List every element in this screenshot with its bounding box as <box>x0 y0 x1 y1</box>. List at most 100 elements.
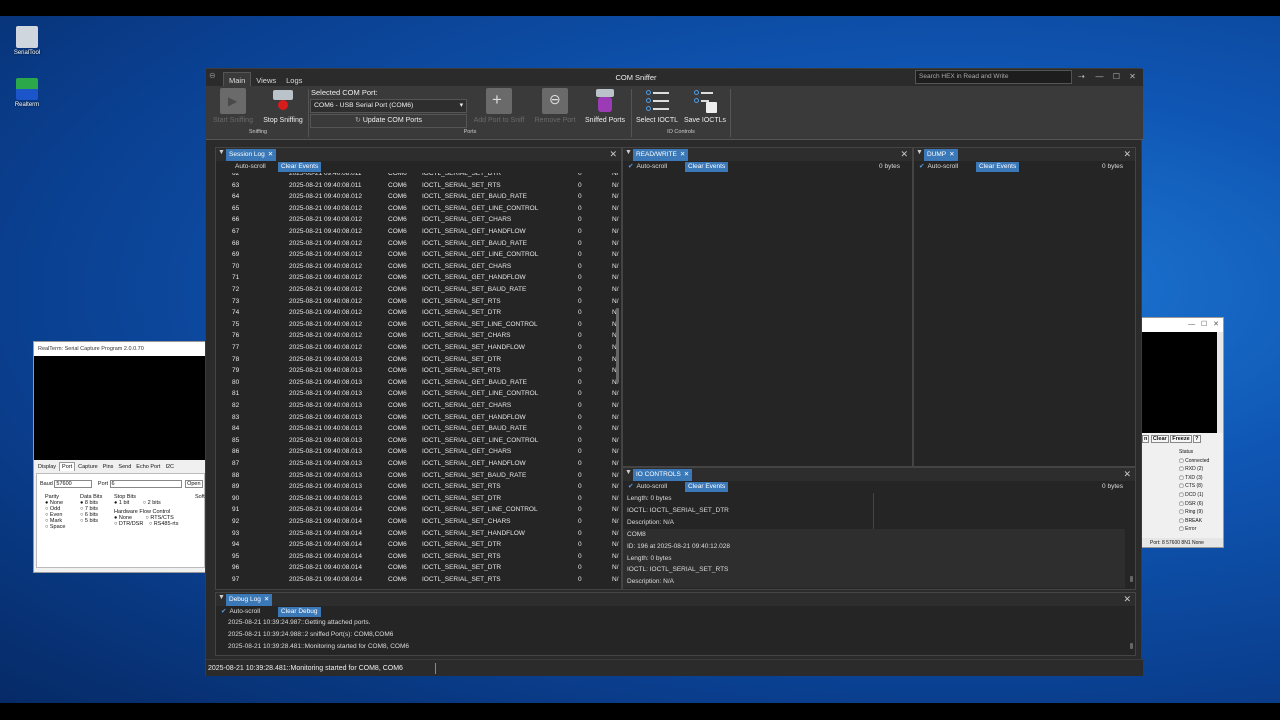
table-row[interactable]: 95 2025-08-21 09:40:08.014 COM6 IOCTL_SERIA… <box>216 551 619 563</box>
tab-display[interactable]: Display <box>36 463 58 471</box>
close-panel-icon[interactable]: ✕ <box>609 148 617 160</box>
table-row[interactable]: 79 2025-08-21 09:40:08.013 COM6 IOCTL_SERIA… <box>216 365 619 377</box>
table-row[interactable]: 62 2025-08-21 09:40:08.011 COM6 IOCTL_SERIA… <box>216 173 619 180</box>
clear-events-button[interactable]: Clear Events <box>278 162 322 172</box>
parity-option[interactable]: ○ Space <box>45 524 65 530</box>
close-tab-icon[interactable]: ✕ <box>680 151 685 158</box>
read-write-tab[interactable]: READ/WRITE ✕ <box>633 149 689 161</box>
stopbits-option[interactable]: ○ 2 bits <box>143 500 161 506</box>
table-row[interactable]: 76 2025-08-21 09:40:08.012 COM6 IOCTL_SERIA… <box>216 330 619 342</box>
dropdown-icon[interactable]: ▼ <box>625 469 632 476</box>
autoscroll-checkbox[interactable]: ✔ Auto-scroll <box>628 161 667 173</box>
table-row[interactable]: 68 2025-08-21 09:40:08.012 COM6 IOCTL_SERIA… <box>216 238 619 250</box>
table-row[interactable]: 92 2025-08-21 09:40:08.014 COM6 IOCTL_SERIA… <box>216 516 619 528</box>
table-row[interactable]: 97 2025-08-21 09:40:08.014 COM6 IOCTL_SERIA… <box>216 574 619 586</box>
table-row[interactable]: 74 2025-08-21 09:40:08.012 COM6 IOCTL_SERIA… <box>216 307 619 319</box>
minimize-icon[interactable]: — <box>1188 321 1195 328</box>
close-tab-icon[interactable]: ✕ <box>684 471 689 478</box>
close-panel-icon[interactable]: ✕ <box>1123 148 1131 160</box>
table-row[interactable]: 80 2025-08-21 09:40:08.013 COM6 IOCTL_SERIA… <box>216 377 619 389</box>
dropdown-icon[interactable]: ▼ <box>916 149 923 156</box>
table-row[interactable]: 84 2025-08-21 09:40:08.013 COM6 IOCTL_SERIA… <box>216 423 619 435</box>
table-row[interactable]: 77 2025-08-21 09:40:08.012 COM6 IOCTL_SERIA… <box>216 342 619 354</box>
tab-capture[interactable]: Capture <box>76 463 100 471</box>
autoscroll-checkbox[interactable]: Auto-scroll <box>221 161 266 173</box>
capture-scrollbar[interactable] <box>1217 332 1223 433</box>
debug-log-scrollbar[interactable] <box>1130 643 1133 649</box>
autoscroll-checkbox[interactable]: ✔ Auto-scroll <box>919 161 958 173</box>
table-row[interactable]: 87 2025-08-21 09:40:08.013 COM6 IOCTL_SERIA… <box>216 458 619 470</box>
open-button[interactable]: Open <box>185 480 203 488</box>
dropdown-icon[interactable]: ▼ <box>625 149 632 156</box>
baud-select[interactable]: 57600 <box>54 480 93 488</box>
sniffed-ports-button[interactable]: Sniffed Ports <box>582 88 628 124</box>
table-row[interactable]: 91 2025-08-21 09:40:08.014 COM6 IOCTL_SERIA… <box>216 504 619 516</box>
close-panel-icon[interactable]: ✕ <box>1123 593 1131 605</box>
search-hex-input[interactable]: Search HEX in Read and Write <box>915 70 1072 84</box>
table-row[interactable]: 73 2025-08-21 09:40:08.012 COM6 IOCTL_SERIA… <box>216 296 619 308</box>
clear-debug-button[interactable]: Clear Debug <box>278 607 321 617</box>
table-row[interactable]: 71 2025-08-21 09:40:08.012 COM6 IOCTL_SERIA… <box>216 272 619 284</box>
start-sniffing-button[interactable]: ▶ Start Sniffing <box>208 88 258 124</box>
maximize-icon[interactable]: ☐ <box>1109 70 1124 84</box>
table-row[interactable]: 65 2025-08-21 09:40:08.012 COM6 IOCTL_SERIA… <box>216 203 619 215</box>
table-row[interactable]: 70 2025-08-21 09:40:08.012 COM6 IOCTL_SERIA… <box>216 261 619 273</box>
debug-log-tab[interactable]: Debug Log ✕ <box>226 594 273 606</box>
io-controls-tab[interactable]: IO CONTROLS ✕ <box>633 469 693 481</box>
table-row[interactable]: 90 2025-08-21 09:40:08.013 COM6 IOCTL_SERIA… <box>216 493 619 505</box>
close-icon[interactable]: ✕ <box>1213 321 1219 328</box>
flow-option[interactable]: ○ RS485-rts <box>149 521 179 527</box>
capture-terminal[interactable] <box>1142 332 1217 433</box>
tab-i2c[interactable]: I2C <box>163 463 176 471</box>
table-row[interactable]: 82 2025-08-21 09:40:08.013 COM6 IOCTL_SERIA… <box>216 400 619 412</box>
autoscroll-checkbox[interactable]: ✔ Auto-scroll <box>221 606 260 618</box>
capture-button-partial[interactable]: n <box>1142 435 1150 443</box>
clear-events-button[interactable]: Clear Events <box>685 482 729 492</box>
maximize-icon[interactable]: ☐ <box>1201 321 1207 328</box>
table-row[interactable]: 66 2025-08-21 09:40:08.012 COM6 IOCTL_SERIA… <box>216 214 619 226</box>
clear-button[interactable]: Clear <box>1150 435 1169 443</box>
port-select[interactable]: 6 <box>109 480 182 488</box>
table-row[interactable]: 86 2025-08-21 09:40:08.013 COM6 IOCTL_SERIA… <box>216 446 619 458</box>
table-row[interactable]: 63 2025-08-21 09:40:08.011 COM6 IOCTL_SERIA… <box>216 180 619 192</box>
clear-events-button[interactable]: Clear Events <box>976 162 1020 172</box>
dropdown-icon[interactable]: ▼ <box>218 149 225 156</box>
table-row[interactable]: 96 2025-08-21 09:40:08.014 COM6 IOCTL_SERIA… <box>216 562 619 574</box>
realterm-terminal[interactable] <box>34 356 205 460</box>
table-row[interactable]: 81 2025-08-21 09:40:08.013 COM6 IOCTL_SERIA… <box>216 388 619 400</box>
table-row[interactable]: 89 2025-08-21 09:40:08.013 COM6 IOCTL_SERIA… <box>216 481 619 493</box>
table-row[interactable]: 85 2025-08-21 09:40:08.013 COM6 IOCTL_SERIA… <box>216 435 619 447</box>
dump-tab[interactable]: DUMP ✕ <box>924 149 958 161</box>
minimize-icon[interactable]: — <box>1092 70 1107 84</box>
pin-icon[interactable]: ⇢ <box>1074 70 1089 84</box>
add-port-button[interactable]: + Add Port to Sniff <box>472 88 526 124</box>
update-com-ports-button[interactable]: ↻ Update COM Ports <box>310 114 467 128</box>
remove-port-button[interactable]: ⊖ Remove Port <box>530 88 580 124</box>
close-tab-icon[interactable]: ✕ <box>268 151 273 158</box>
session-log-scrollbar[interactable] <box>616 308 619 383</box>
close-panel-icon[interactable]: ✕ <box>1123 468 1131 480</box>
table-row[interactable]: 75 2025-08-21 09:40:08.012 COM6 IOCTL_SERIA… <box>216 319 619 331</box>
com-port-select[interactable]: COM6 - USB Serial Port (COM6) ▾ <box>310 99 467 113</box>
io-entry[interactable]: Length: 0 bytes IOCTL: IOCTL_SERIAL_SET_… <box>623 493 873 528</box>
clear-events-button[interactable]: Clear Events <box>685 162 729 172</box>
table-row[interactable]: 69 2025-08-21 09:40:08.012 COM6 IOCTL_SERIA… <box>216 249 619 261</box>
io-entry[interactable]: COM8 ID: 196 at 2025-08-21 09:40:12.028 … <box>623 529 1125 588</box>
tab-port[interactable]: Port <box>59 462 76 471</box>
session-log-table[interactable]: 62 2025-08-21 09:40:08.011 COM6 IOCTL_SERIA… <box>216 173 621 588</box>
flow-option[interactable]: ○ DTR/DSR <box>114 521 143 527</box>
dropdown-icon[interactable]: ▼ <box>218 594 225 601</box>
desktop-icon-serialtool[interactable]: SerialTool <box>7 26 47 56</box>
table-row[interactable]: 64 2025-08-21 09:40:08.012 COM6 IOCTL_SERIA… <box>216 191 619 203</box>
table-row[interactable]: 72 2025-08-21 09:40:08.012 COM6 IOCTL_SERIA… <box>216 284 619 296</box>
close-icon[interactable]: ✕ <box>1125 70 1140 84</box>
stop-sniffing-button[interactable]: Stop Sniffing <box>259 88 307 124</box>
close-tab-icon[interactable]: ✕ <box>264 596 269 603</box>
io-controls-scrollbar[interactable] <box>1130 576 1133 582</box>
tab-pins[interactable]: Pins <box>101 463 116 471</box>
save-ioctls-button[interactable]: Save IOCTLs <box>682 88 728 124</box>
tab-send[interactable]: Send <box>116 463 133 471</box>
table-row[interactable]: 78 2025-08-21 09:40:08.013 COM6 IOCTL_SERIA… <box>216 354 619 366</box>
close-panel-icon[interactable]: ✕ <box>900 148 908 160</box>
select-ioctl-button[interactable]: Select IOCTL <box>634 88 680 124</box>
